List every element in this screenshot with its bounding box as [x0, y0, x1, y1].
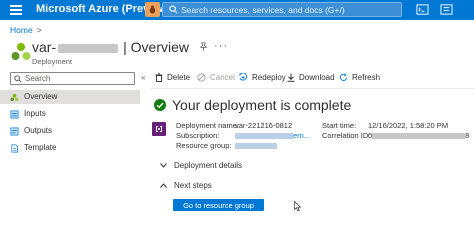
cloud-shell-icon[interactable]: [416, 3, 429, 16]
correlation-id-label: Correlation ID:: [322, 131, 371, 140]
chevron-up-icon: [160, 181, 168, 190]
redeploy-icon: [239, 73, 248, 81]
go-to-resource-group-button[interactable]: Go to resource group: [173, 199, 264, 211]
pin-icon[interactable]: [199, 42, 208, 54]
redacted-subscription: [235, 133, 293, 140]
resource-menu-search[interactable]: [10, 72, 135, 85]
toolbar-divider: [150, 88, 474, 89]
resource-group-link[interactable]: [235, 141, 277, 150]
refresh-icon: [339, 73, 348, 81]
deployment-name-value: var-221216-0812: [235, 121, 293, 130]
correlation-tail: 8: [465, 131, 470, 140]
subscription-link[interactable]: ern...: [235, 131, 310, 140]
delete-button[interactable]: Delete: [155, 73, 190, 82]
breadcrumb-separator: >: [36, 25, 42, 35]
global-search-box[interactable]: [162, 2, 402, 17]
deployment-status-heading: Your deployment is complete: [172, 97, 352, 113]
collapse-menu-button[interactable]: «: [141, 73, 145, 82]
trash-icon: [155, 73, 163, 82]
more-options-button[interactable]: ···: [214, 40, 228, 52]
overview-icon: [10, 93, 19, 102]
resource-group-label: Resource group:: [176, 141, 232, 150]
top-bar: Microsoft Azure (Preview): [0, 0, 474, 20]
page-title: var- | Overview: [32, 39, 192, 55]
title-prefix: var-: [32, 39, 57, 55]
refresh-button[interactable]: Refresh: [339, 73, 380, 82]
sidebar-item-label: Inputs: [24, 109, 46, 118]
next-steps-label: Next steps: [174, 181, 212, 190]
sidebar-item-inputs[interactable]: Inputs: [0, 107, 140, 121]
refresh-label: Refresh: [352, 73, 381, 82]
start-time-value: 12/16/2022, 1:58:20 PM: [368, 121, 449, 130]
sidebar-item-label: Outputs: [24, 126, 53, 135]
deployment-resource-icon: [11, 43, 31, 60]
success-check-icon: [154, 99, 166, 111]
breadcrumb-home[interactable]: Home: [10, 25, 33, 35]
deployment-name-label: Deployment name:: [176, 121, 239, 130]
search-icon: [14, 75, 22, 83]
hamburger-icon[interactable]: [10, 5, 22, 15]
cancel-icon: [197, 73, 206, 82]
cancel-label: Cancel: [210, 73, 235, 82]
deployment-details-toggle[interactable]: Deployment details: [160, 161, 242, 170]
search-icon: [169, 5, 178, 14]
delete-label: Delete: [167, 73, 191, 82]
sidebar-item-outputs[interactable]: Outputs: [0, 124, 140, 138]
bug-icon[interactable]: [145, 2, 160, 17]
redeploy-button[interactable]: Redeploy: [239, 73, 286, 82]
cancel-button[interactable]: Cancel: [197, 73, 235, 82]
resource-menu-search-input[interactable]: [25, 73, 120, 84]
redacted-correlation-id: [372, 133, 466, 140]
breadcrumb: Home >: [10, 25, 42, 35]
deployment-details-label: Deployment details: [174, 161, 243, 170]
redacted-name: [58, 43, 119, 53]
sidebar-item-template[interactable]: Template: [0, 141, 140, 155]
deployment-icon: [152, 122, 166, 136]
inputs-icon: [10, 110, 19, 119]
page-subtitle: Deployment: [32, 57, 73, 66]
download-icon: [287, 73, 295, 82]
download-label: Download: [299, 73, 335, 82]
next-steps-toggle[interactable]: Next steps: [160, 181, 212, 190]
directory-icon[interactable]: [440, 3, 453, 16]
subscription-label: Subscription:: [176, 131, 220, 140]
sidebar-item-overview[interactable]: Overview: [0, 90, 140, 104]
sidebar-item-label: Template: [24, 143, 57, 152]
template-icon: [11, 144, 19, 153]
outputs-icon: [10, 127, 19, 136]
correlation-id-value: 08: [368, 131, 469, 140]
redacted-resource-group: [235, 143, 277, 150]
start-time-label: Start time:: [322, 121, 357, 130]
global-search-input[interactable]: [181, 3, 401, 16]
redeploy-label: Redeploy: [252, 73, 286, 82]
chevron-down-icon: [160, 161, 168, 170]
subscription-tail: ern...: [293, 131, 311, 140]
download-button[interactable]: Download: [287, 73, 335, 82]
mouse-cursor-icon: [294, 201, 302, 212]
sidebar-item-label: Overview: [24, 92, 58, 101]
title-suffix: | Overview: [123, 39, 189, 55]
